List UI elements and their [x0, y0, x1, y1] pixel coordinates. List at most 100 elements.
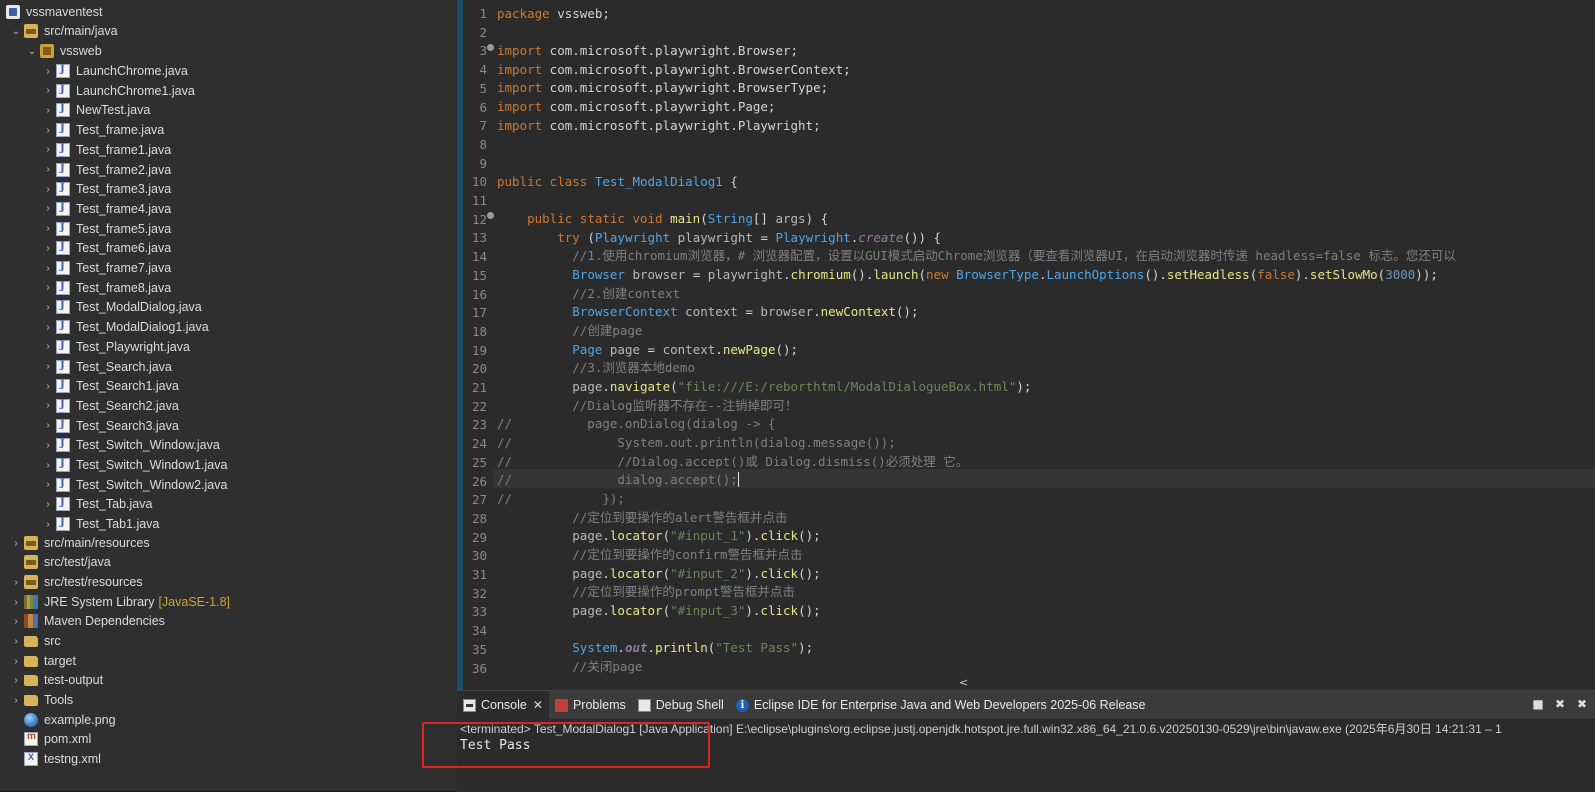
tree-item-src-test-java[interactable]: src/test/java	[0, 552, 457, 572]
line-number: 24	[471, 436, 487, 452]
source-folder-icon	[24, 536, 38, 550]
tree-item-java-file[interactable]: › Test_ModalDialog.java	[0, 297, 457, 317]
line-number: 12	[471, 211, 487, 227]
tree-item-java-file[interactable]: › Test_Switch_Window.java	[0, 435, 457, 455]
remove-launch-icon[interactable]: ✖	[1553, 697, 1567, 711]
jre-version-decoration: [JavaSE-1.8]	[158, 595, 231, 609]
chevron-right-icon[interactable]: ›	[42, 144, 54, 156]
tree-item-java-file[interactable]: › Test_frame6.java	[0, 238, 457, 258]
info-icon: i	[735, 698, 749, 712]
chevron-right-icon[interactable]: ›	[42, 85, 54, 97]
chevron-right-icon[interactable]: ›	[10, 694, 22, 706]
chevron-right-icon[interactable]: ›	[42, 518, 54, 530]
chevron-right-icon[interactable]: ›	[42, 242, 54, 254]
tree-item-java-file[interactable]: › Test_Search.java	[0, 357, 457, 377]
code-line: page.locator("#input_3").click();	[572, 603, 821, 618]
chevron-right-icon[interactable]: ›	[42, 321, 54, 333]
chevron-right-icon[interactable]: ›	[10, 615, 22, 627]
chevron-right-icon[interactable]: ›	[10, 596, 22, 608]
tree-item-src-test-resources[interactable]: › src/test/resources	[0, 572, 457, 592]
chevron-right-icon[interactable]: ›	[42, 104, 54, 116]
tab-eclipse-info[interactable]: i Eclipse IDE for Enterprise Java and We…	[730, 691, 1152, 719]
code-line: import com.microsoft.playwright.Page;	[497, 99, 776, 114]
chevron-right-icon[interactable]: ›	[42, 262, 54, 274]
debug-shell-icon	[637, 698, 651, 712]
chevron-right-icon[interactable]: ›	[42, 498, 54, 510]
tab-problems[interactable]: Problems	[549, 691, 632, 719]
chevron-right-icon[interactable]: ›	[42, 341, 54, 353]
tree-item-java-file[interactable]: › Test_Tab.java	[0, 494, 457, 514]
tree-item-target[interactable]: › target	[0, 651, 457, 671]
chevron-right-icon[interactable]: ›	[42, 420, 54, 432]
tree-item-project[interactable]: vssmaventest	[0, 2, 457, 22]
chevron-right-icon[interactable]: ›	[10, 655, 22, 667]
source-folder-icon	[24, 24, 38, 38]
tree-item-src-main-resources[interactable]: › src/main/resources	[0, 533, 457, 553]
tree-item-testng-xml[interactable]: testng.xml	[0, 749, 457, 769]
chevron-right-icon[interactable]: ›	[42, 223, 54, 235]
chevron-right-icon[interactable]: ›	[42, 380, 54, 392]
chevron-right-icon[interactable]: ›	[42, 361, 54, 373]
tree-item-java-file[interactable]: › Test_Switch_Window1.java	[0, 455, 457, 475]
tab-console[interactable]: Console ✕	[457, 691, 549, 719]
chevron-right-icon[interactable]: ›	[42, 439, 54, 451]
code-editor[interactable]: 1 2 3 4 5 6 7 8 9 10 11 12 13 14 15 16 17 18 19 20 21 22 23 24 2…	[457, 0, 1595, 690]
tree-item-java-file[interactable]: › Test_frame2.java	[0, 160, 457, 180]
tree-item-maven-dependencies[interactable]: › Maven Dependencies	[0, 611, 457, 631]
chevron-right-icon[interactable]: ›	[42, 164, 54, 176]
tree-item-src[interactable]: › src	[0, 631, 457, 651]
code-line: import com.microsoft.playwright.Browser;	[497, 43, 799, 58]
chevron-right-icon[interactable]: ›	[42, 301, 54, 313]
chevron-right-icon[interactable]: ›	[42, 459, 54, 471]
fold-marker-icon[interactable]	[487, 44, 494, 51]
tree-item-java-file[interactable]: › LaunchChrome.java	[0, 61, 457, 81]
tree-item-java-file[interactable]: › Test_frame7.java	[0, 258, 457, 278]
code-line: //1.使用chromium浏览器，# 浏览器配置，设置以GUI模式启动Chro…	[572, 248, 1456, 263]
tree-item-java-file[interactable]: › Test_frame5.java	[0, 219, 457, 239]
chevron-right-icon[interactable]: ›	[42, 400, 54, 412]
tree-item-java-file[interactable]: › Test_frame.java	[0, 120, 457, 140]
scroll-left-icon[interactable]: <	[959, 676, 968, 689]
tree-item-java-file[interactable]: › Test_frame3.java	[0, 179, 457, 199]
tree-item-src-main-java[interactable]: ⌄ src/main/java	[0, 21, 457, 41]
chevron-down-icon[interactable]: ⌄	[10, 25, 22, 37]
tree-item-label: src/test/resources	[44, 575, 143, 589]
tree-item-example-png[interactable]: example.png	[0, 710, 457, 730]
project-explorer: vssmaventest ⌄ src/main/java ⌄ vssweb › L…	[0, 0, 457, 791]
tab-debug-shell[interactable]: Debug Shell	[632, 691, 730, 719]
tree-item-java-file[interactable]: › LaunchChrome1.java	[0, 81, 457, 101]
chevron-right-icon[interactable]: ›	[10, 537, 22, 549]
chevron-right-icon[interactable]: ›	[42, 479, 54, 491]
tree-item-test-output[interactable]: › test-output	[0, 670, 457, 690]
chevron-right-icon[interactable]: ›	[10, 635, 22, 647]
tree-item-java-file[interactable]: › Test_frame1.java	[0, 140, 457, 160]
tree-item-package[interactable]: ⌄ vssweb	[0, 41, 457, 61]
tree-item-java-file[interactable]: › Test_ModalDialog1.java	[0, 317, 457, 337]
line-number: 35	[471, 641, 487, 657]
chevron-right-icon[interactable]: ›	[10, 576, 22, 588]
tree-item-java-file[interactable]: › Test_frame4.java	[0, 199, 457, 219]
chevron-down-icon[interactable]: ⌄	[26, 45, 38, 57]
chevron-right-icon[interactable]: ›	[42, 65, 54, 77]
tree-item-java-file[interactable]: › NewTest.java	[0, 100, 457, 120]
tree-item-java-file[interactable]: › Test_frame8.java	[0, 278, 457, 298]
chevron-right-icon[interactable]: ›	[42, 183, 54, 195]
tree-item-java-file[interactable]: › Test_Switch_Window2.java	[0, 475, 457, 495]
remove-all-icon[interactable]: ✖	[1575, 697, 1589, 711]
close-icon[interactable]: ✕	[533, 698, 543, 712]
chevron-right-icon[interactable]: ›	[42, 124, 54, 136]
tree-item-jre-library[interactable]: › JRE System Library [JavaSE-1.8]	[0, 592, 457, 612]
fold-marker-icon[interactable]	[487, 212, 494, 219]
tree-item-java-file[interactable]: › Test_Tab1.java	[0, 514, 457, 534]
tree-item-java-file[interactable]: › Test_Search2.java	[0, 396, 457, 416]
stop-icon[interactable]: ■	[1531, 697, 1545, 711]
tree-item-java-file[interactable]: › Test_Search1.java	[0, 376, 457, 396]
tree-item-label: src/test/java	[44, 555, 111, 569]
tree-item-java-file[interactable]: › Test_Search3.java	[0, 416, 457, 436]
chevron-right-icon[interactable]: ›	[42, 282, 54, 294]
tree-item-pom-xml[interactable]: pom.xml	[0, 729, 457, 749]
tree-item-tools[interactable]: › Tools	[0, 690, 457, 710]
chevron-right-icon[interactable]: ›	[42, 203, 54, 215]
chevron-right-icon[interactable]: ›	[10, 674, 22, 686]
tree-item-java-file[interactable]: › Test_Playwright.java	[0, 337, 457, 357]
